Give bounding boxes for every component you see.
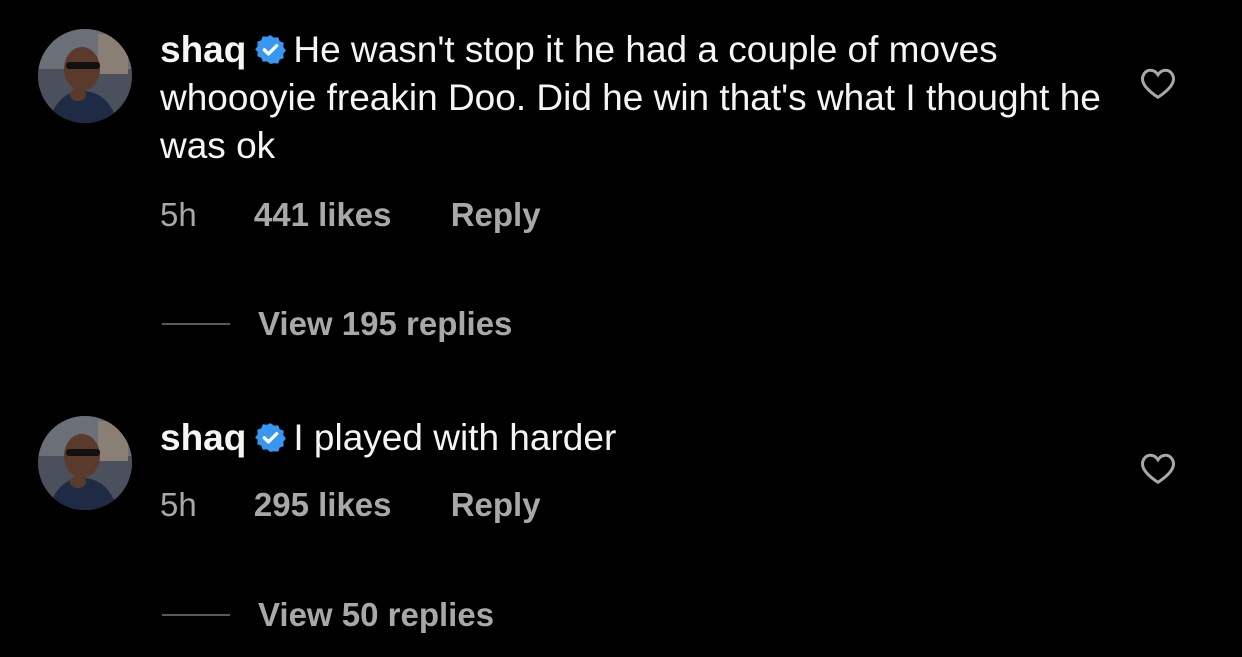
replies-divider xyxy=(162,614,230,616)
replies-divider xyxy=(162,323,230,325)
reply-button[interactable]: Reply xyxy=(451,196,541,234)
verified-badge-icon xyxy=(255,35,287,64)
username[interactable]: shaq xyxy=(160,29,246,70)
heart-outline-icon[interactable] xyxy=(1140,66,1176,100)
view-replies-button[interactable]: View 50 replies xyxy=(162,596,494,634)
view-replies-label: View 195 replies xyxy=(258,305,513,342)
username[interactable]: shaq xyxy=(160,417,246,458)
comment-time: 5h xyxy=(160,196,197,233)
avatar[interactable] xyxy=(38,29,132,123)
comment-body: shaq He wasn't stop it he had a couple of… xyxy=(160,26,1110,170)
comment-item: shaq I played with harder 5h 295 likes Re… xyxy=(0,390,1242,633)
comment-body: shaq I played with harder xyxy=(160,414,1110,462)
likes-count[interactable]: 295 likes xyxy=(254,486,392,524)
comment-time: 5h xyxy=(160,486,197,523)
comment-item: shaq He wasn't stop it he had a couple of… xyxy=(0,0,1242,342)
likes-count[interactable]: 441 likes xyxy=(254,196,392,234)
verified-badge-icon xyxy=(255,423,287,452)
view-replies-button[interactable]: View 195 replies xyxy=(162,305,512,343)
heart-outline-icon[interactable] xyxy=(1140,451,1176,485)
avatar[interactable] xyxy=(38,416,132,510)
comment-meta: 5h 441 likes Reply xyxy=(160,196,541,234)
comment-text: He wasn't stop it he had a couple of mov… xyxy=(160,29,1101,166)
comment-text: I played with harder xyxy=(293,417,617,458)
view-replies-label: View 50 replies xyxy=(258,596,495,633)
comment-meta: 5h 295 likes Reply xyxy=(160,486,541,524)
reply-button[interactable]: Reply xyxy=(451,486,541,524)
